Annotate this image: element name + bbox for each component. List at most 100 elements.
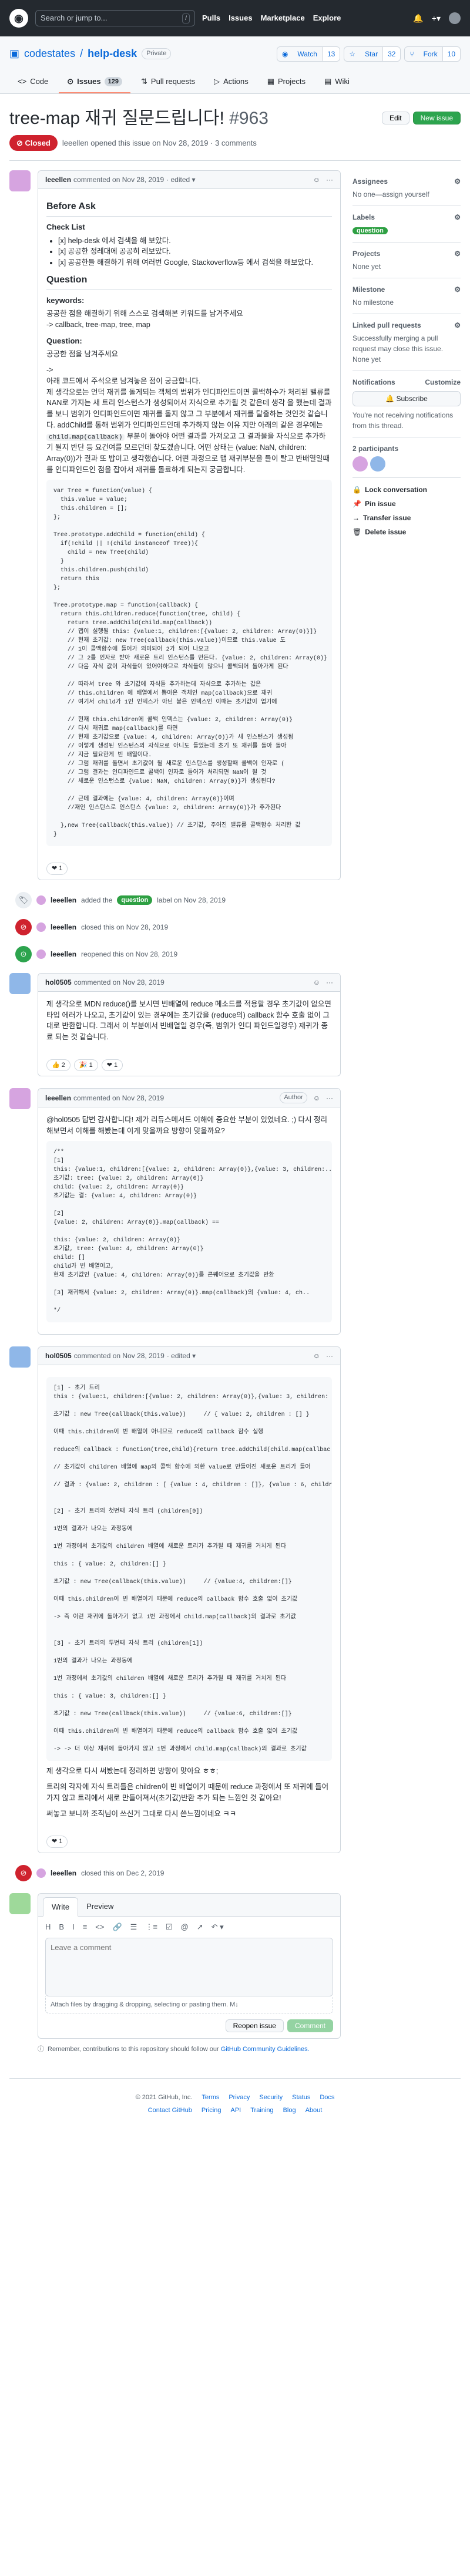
question-label[interactable]: question <box>352 227 388 234</box>
event-user[interactable]: leeellen <box>51 949 76 959</box>
tab-preview[interactable]: Preview <box>78 1897 122 1917</box>
tab-code[interactable]: <> Code <box>9 71 56 93</box>
nav-issues[interactable]: Issues <box>229 12 252 24</box>
delete-issue[interactable]: 🗑 Delete issue <box>352 525 461 539</box>
gear-icon[interactable]: ⚙ <box>454 248 461 259</box>
footer-link-privacy[interactable]: Privacy <box>229 2093 250 2103</box>
footer-link-docs[interactable]: Docs <box>320 2093 334 2103</box>
italic-icon[interactable]: I <box>72 1921 75 1933</box>
smiley-icon[interactable]: ☺ <box>313 1093 320 1103</box>
star-count[interactable]: 32 <box>382 46 401 61</box>
avatar[interactable] <box>36 922 46 932</box>
code-icon[interactable]: <> <box>95 1921 104 1933</box>
avatar[interactable] <box>352 456 368 472</box>
comment-textarea[interactable] <box>45 1937 333 1996</box>
tab-pull-requests[interactable]: ⇅ Pull requests <box>133 71 203 93</box>
nav-marketplace[interactable]: Marketplace <box>261 12 305 24</box>
watch-button[interactable]: ◉ Watch 13 <box>276 46 341 62</box>
comment-button[interactable]: Comment <box>287 2019 333 2033</box>
reopen-issue-button[interactable]: Reopen issue <box>225 2019 284 2033</box>
event-user[interactable]: leeellen <box>51 895 76 905</box>
footer-link-contact[interactable]: Contact GitHub <box>148 2106 192 2116</box>
bold-icon[interactable]: B <box>59 1921 64 1933</box>
reference-icon[interactable]: ↗ <box>197 1921 203 1933</box>
tab-issues[interactable]: ⊙ Issues 129 <box>59 71 131 93</box>
search-input[interactable]: Search or jump to... / <box>35 10 195 26</box>
footer-link-pricing[interactable]: Pricing <box>202 2106 221 2116</box>
assign-yourself-link[interactable]: No one—assign yourself <box>352 189 461 200</box>
event-user[interactable]: leeellen <box>51 1868 76 1878</box>
avatar[interactable] <box>36 1868 46 1878</box>
footer-link-about[interactable]: About <box>306 2106 323 2116</box>
event-user[interactable]: leeellen <box>51 922 76 932</box>
footer-link-security[interactable]: Security <box>259 2093 283 2103</box>
reply-icon[interactable]: ↶ ▾ <box>212 1921 224 1933</box>
tab-actions[interactable]: ▷ Actions <box>206 71 257 93</box>
gear-icon[interactable]: ⚙ <box>454 320 461 331</box>
smiley-icon[interactable]: ☺ <box>313 174 320 185</box>
tab-wiki[interactable]: ▤ Wiki <box>316 71 358 93</box>
edited-dropdown[interactable]: · edited ▾ <box>166 174 195 185</box>
nav-explore[interactable]: Explore <box>313 12 341 24</box>
fork-button[interactable]: ⑂ Fork 10 <box>404 46 461 62</box>
comment-author[interactable]: hol0505 <box>45 977 72 988</box>
avatar[interactable] <box>370 456 385 472</box>
comment-author[interactable]: hol0505 <box>45 1351 72 1361</box>
edit-button[interactable]: Edit <box>381 111 409 124</box>
heading-icon[interactable]: H <box>45 1921 51 1933</box>
smiley-icon[interactable]: ☺ <box>313 977 320 988</box>
footer-link-status[interactable]: Status <box>292 2093 310 2103</box>
footer-link-api[interactable]: API <box>230 2106 241 2116</box>
mention-icon[interactable]: @ <box>181 1921 189 1933</box>
comment-time[interactable]: commented on Nov 28, 2019 <box>73 174 164 185</box>
hooray-reaction[interactable]: 🎉 1 <box>73 1059 98 1072</box>
kebab-menu-icon[interactable]: ··· <box>326 1093 333 1103</box>
footer-link-training[interactable]: Training <box>250 2106 273 2116</box>
avatar[interactable] <box>9 972 31 994</box>
comment-author[interactable]: leeellen <box>45 1093 71 1103</box>
gear-icon[interactable]: ⚙ <box>454 176 461 187</box>
comment-author[interactable]: leeellen <box>45 174 71 185</box>
heart-reaction[interactable]: ❤ 1 <box>46 863 68 875</box>
kebab-menu-icon[interactable]: ··· <box>326 1351 333 1361</box>
kebab-menu-icon[interactable]: ··· <box>326 977 333 988</box>
comment-time[interactable]: commented on Nov 28, 2019 <box>74 977 164 988</box>
tab-projects[interactable]: ▦ Projects <box>259 71 314 93</box>
footer-link-blog[interactable]: Blog <box>283 2106 296 2116</box>
numbered-list-icon[interactable]: ⋮≡ <box>145 1921 157 1933</box>
gear-icon[interactable]: ⚙ <box>454 212 461 223</box>
customize-link[interactable]: Customize <box>425 377 461 388</box>
gear-icon[interactable]: ⚙ <box>454 284 461 295</box>
new-issue-button[interactable]: New issue <box>412 111 461 124</box>
link-icon[interactable]: 🔗 <box>112 1921 122 1933</box>
repo-owner[interactable]: codestates <box>24 46 75 62</box>
comment-time[interactable]: commented on Nov 28, 2019 <box>73 1093 164 1103</box>
bell-icon[interactable]: 🔔 <box>413 12 423 25</box>
avatar[interactable] <box>9 1088 31 1110</box>
avatar[interactable] <box>36 895 46 905</box>
quote-icon[interactable]: ≡ <box>83 1921 88 1933</box>
footer-link-terms[interactable]: Terms <box>202 2093 219 2103</box>
attach-files[interactable]: Attach files by dragging & dropping, sel… <box>45 1996 333 2014</box>
edited-dropdown[interactable]: · edited ▾ <box>167 1351 196 1361</box>
fork-count[interactable]: 10 <box>442 46 460 61</box>
plus-icon[interactable]: +▾ <box>432 12 441 25</box>
user-avatar[interactable] <box>449 12 461 24</box>
bullet-list-icon[interactable]: ☰ <box>130 1921 137 1933</box>
guidelines-link[interactable]: GitHub Community Guidelines. <box>221 2046 310 2053</box>
transfer-issue[interactable]: → Transfer issue <box>352 511 461 525</box>
question-label[interactable]: question <box>117 895 153 905</box>
avatar[interactable] <box>9 1346 31 1368</box>
avatar[interactable] <box>36 949 46 959</box>
star-button[interactable]: ☆ Star 32 <box>344 46 401 62</box>
repo-name[interactable]: help-desk <box>88 46 137 62</box>
comment-time[interactable]: commented on Nov 28, 2019 <box>74 1351 164 1361</box>
task-list-icon[interactable]: ☑ <box>166 1921 173 1933</box>
heart-reaction[interactable]: ❤ 1 <box>101 1059 123 1072</box>
avatar[interactable] <box>9 170 31 191</box>
smiley-icon[interactable]: ☺ <box>313 1351 320 1361</box>
kebab-menu-icon[interactable]: ··· <box>326 174 333 185</box>
subscribe-button[interactable]: 🔔 Subscribe <box>352 390 461 406</box>
avatar[interactable] <box>9 1893 31 1914</box>
heart-reaction[interactable]: ❤ 1 <box>46 1836 68 1848</box>
